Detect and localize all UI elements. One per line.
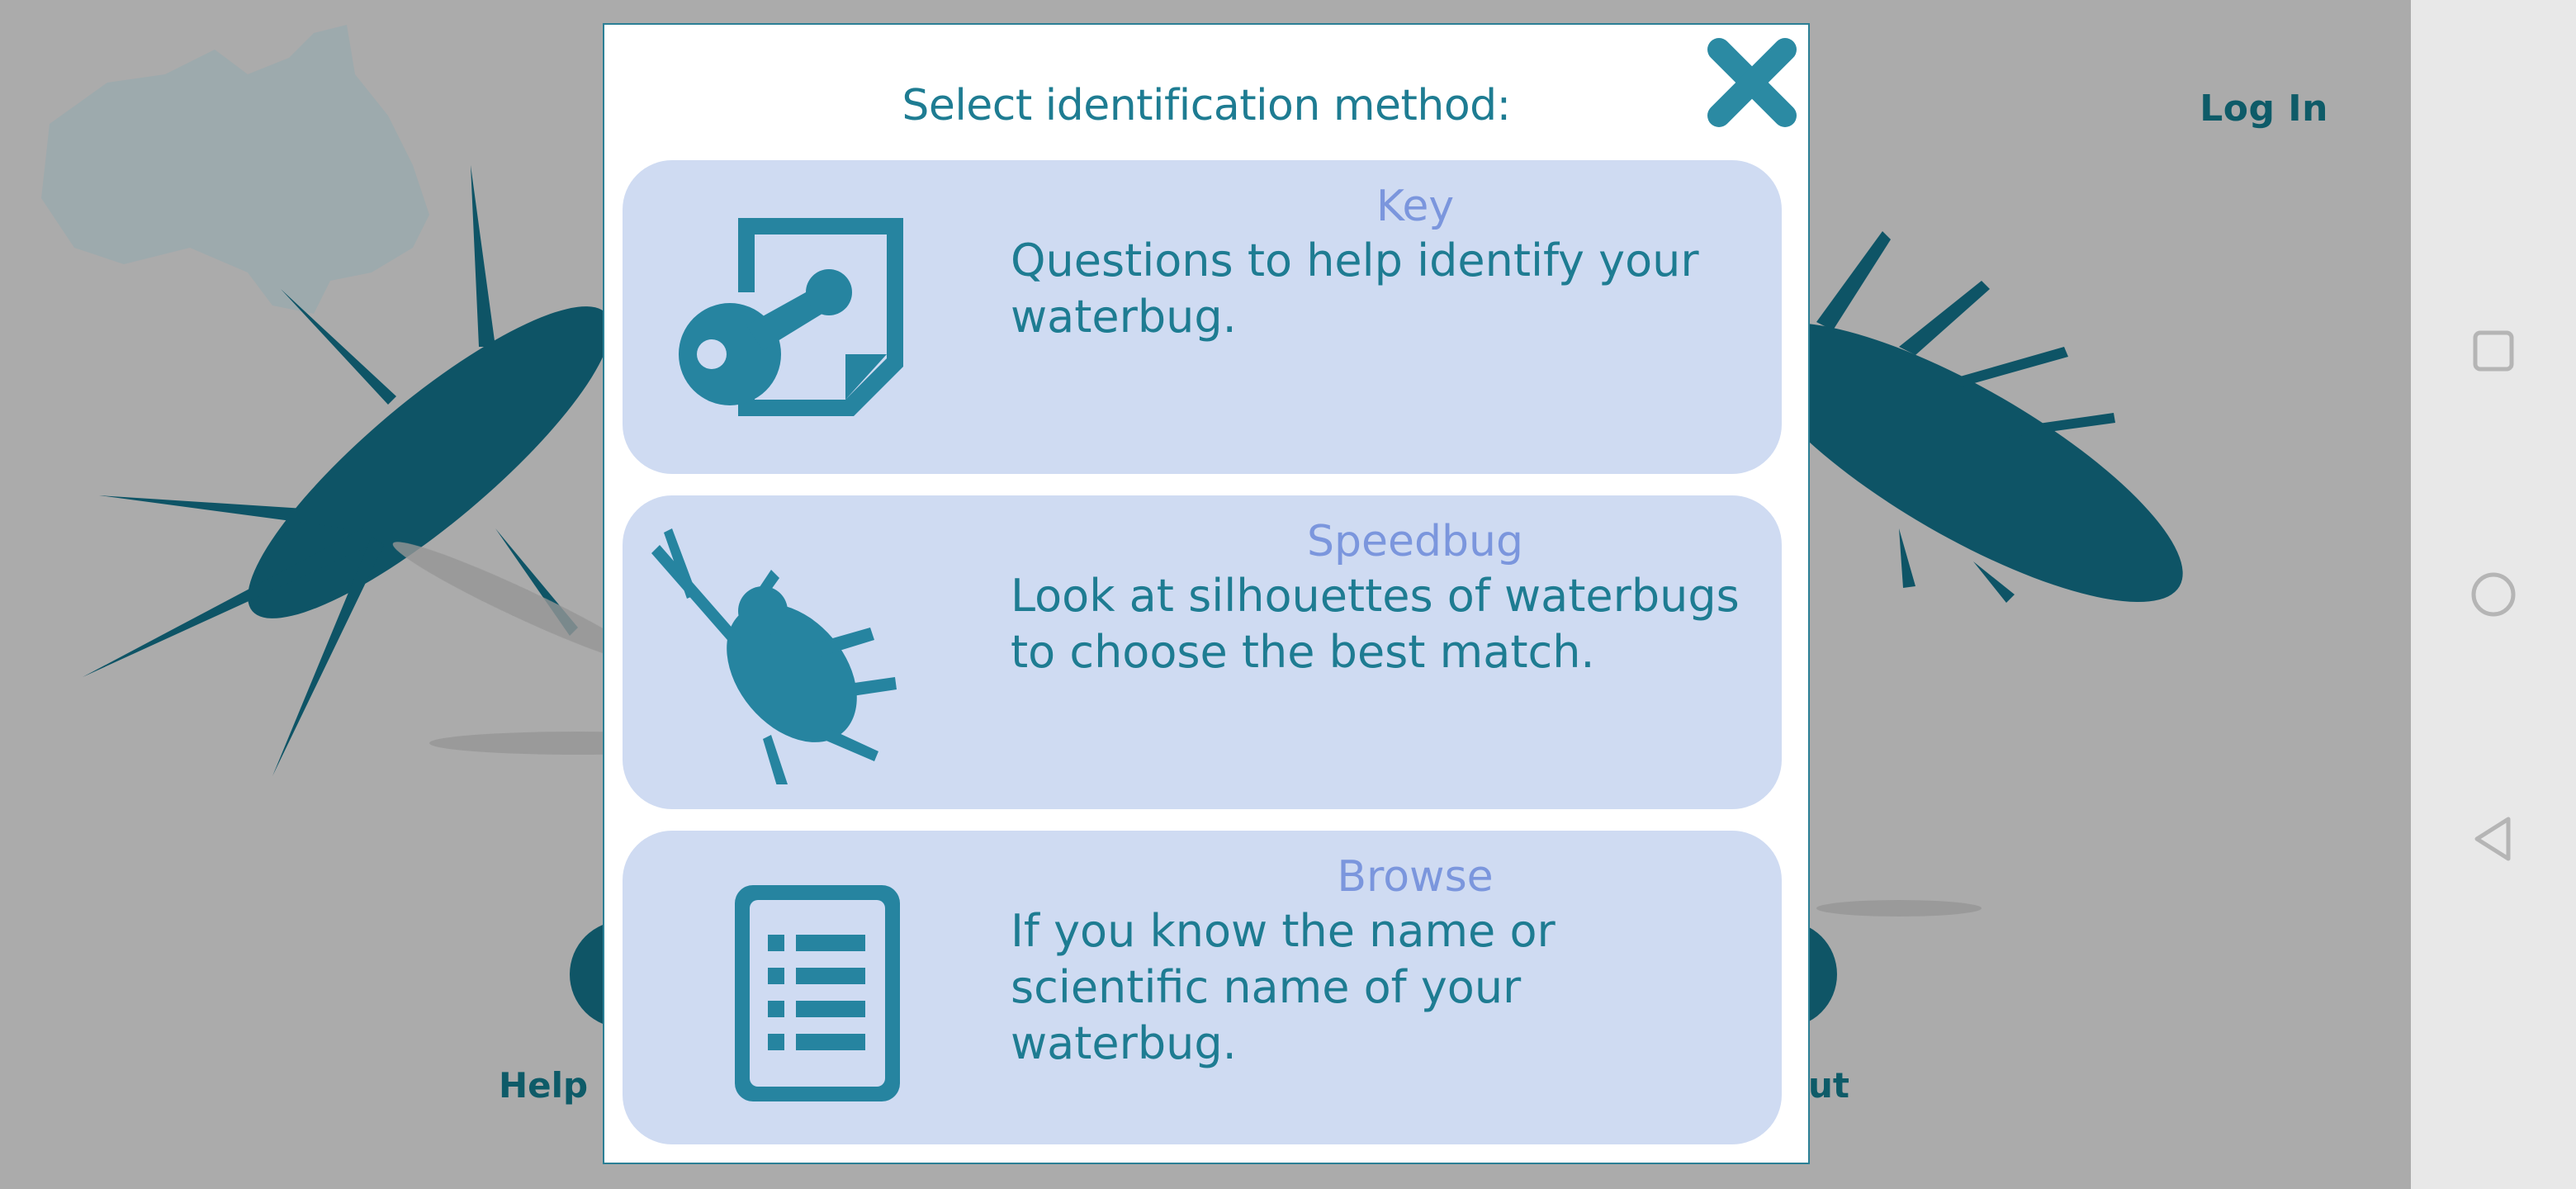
option-browse-title: Browse [1337, 852, 1494, 902]
option-key-title: Key [1376, 182, 1455, 231]
australia-map-icon [41, 25, 429, 314]
system-navigation-bar [2411, 0, 2576, 1189]
option-speedbug-description: Look at silhouettes of waterbugs to choo… [1011, 570, 1740, 678]
triangle-back-icon[interactable] [2460, 806, 2526, 872]
help-label: Help [499, 1065, 589, 1106]
option-key[interactable]: Key Questions to help identify your wate… [623, 160, 1782, 474]
circle-icon[interactable] [2460, 561, 2526, 628]
login-button[interactable]: Log In [2200, 88, 2328, 130]
waterbug-silhouette-icon [647, 520, 920, 786]
option-browse[interactable]: Browse If you know the name or scientifi… [623, 831, 1782, 1144]
option-speedbug-title: Speedbug [1307, 517, 1523, 566]
identification-method-dialog: Select identification method: Key Questi… [603, 23, 1810, 1164]
list-document-icon [647, 855, 920, 1120]
option-browse-description: If you know the name or scientific name … [1011, 905, 1556, 1069]
dialog-title: Select identification method: [902, 81, 1511, 130]
option-key-description: Questions to help identify your waterbug… [1011, 234, 1699, 343]
close-icon[interactable] [1704, 35, 1800, 130]
key-document-icon [647, 185, 920, 449]
option-speedbug[interactable]: Speedbug Look at silhouettes of waterbug… [623, 495, 1782, 809]
square-icon[interactable] [2460, 318, 2526, 384]
